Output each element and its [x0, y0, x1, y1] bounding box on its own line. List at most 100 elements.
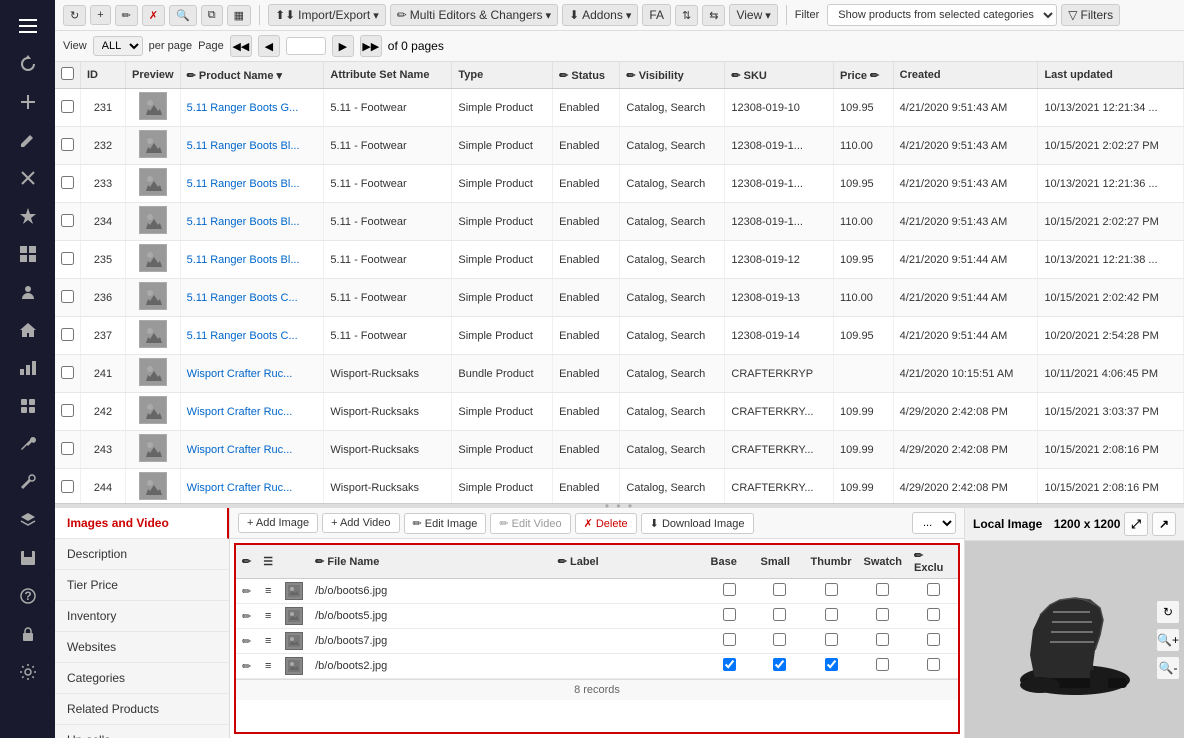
col-product-name[interactable]: ✏ Product Name ▾ — [180, 62, 324, 89]
edit-button[interactable]: ✏ — [115, 5, 138, 26]
table-row[interactable]: 233 5.11 Ranger Boots Bl... 5.11 - Footw… — [55, 165, 1184, 203]
table-row[interactable]: 237 5.11 Ranger Boots C... 5.11 - Footwe… — [55, 317, 1184, 355]
table-row[interactable]: 242 Wisport Crafter Ruc... Wisport-Rucks… — [55, 393, 1184, 431]
sidebar-icon-chart[interactable] — [8, 350, 48, 386]
sidebar-icon-add[interactable] — [8, 84, 48, 120]
sidebar-icon-settings[interactable] — [8, 654, 48, 690]
sidebar-icon-home[interactable] — [8, 312, 48, 348]
col-sku[interactable]: ✏ SKU — [725, 62, 834, 89]
table-row[interactable]: 232 5.11 Ranger Boots Bl... 5.11 - Footw… — [55, 127, 1184, 165]
sidebar-icon-grid[interactable] — [8, 236, 48, 272]
row-visibility: Catalog, Search — [620, 89, 725, 127]
sidebar-item-up-sells[interactable]: Up-sells — [55, 725, 229, 738]
col-price[interactable]: Price ✏ — [834, 62, 894, 89]
add-image-button[interactable]: + Add Image — [238, 513, 318, 533]
add-video-button[interactable]: + Add Video — [322, 513, 399, 533]
sidebar-item-description[interactable]: Description — [55, 539, 229, 570]
table-row[interactable]: 236 5.11 Ranger Boots C... 5.11 - Footwe… — [55, 279, 1184, 317]
sidebar-icon-star[interactable] — [8, 198, 48, 234]
zoom-in-icon[interactable]: 🔍+ — [1156, 628, 1180, 652]
sidebar-icon-delete[interactable] — [8, 160, 48, 196]
row-checkbox[interactable] — [61, 442, 74, 455]
table-row[interactable]: 235 5.11 Ranger Boots Bl... 5.11 - Footw… — [55, 241, 1184, 279]
page-input[interactable]: 0 — [286, 37, 326, 55]
table-row[interactable]: 231 5.11 Ranger Boots G... 5.11 - Footwe… — [55, 89, 1184, 127]
addons-button[interactable]: ⬇ Addons ▾ — [562, 4, 638, 26]
sidebar-item-websites[interactable]: Websites — [55, 632, 229, 663]
row-checkbox[interactable] — [61, 214, 74, 227]
external-link-icon[interactable]: ↗ — [1152, 512, 1176, 536]
add-button[interactable]: + — [90, 5, 110, 25]
sidebar-item-images-video[interactable]: Images and Video — [55, 508, 229, 539]
row-id: 237 — [81, 317, 126, 355]
row-checkbox[interactable] — [61, 290, 74, 303]
sidebar-item-related-products[interactable]: Related Products — [55, 694, 229, 725]
copy-button[interactable]: ⧉ — [201, 5, 223, 26]
panel-toolbar-dropdown[interactable]: ... — [912, 512, 956, 534]
product-thumbnail — [139, 320, 167, 348]
sidebar-icon-wrench[interactable] — [8, 464, 48, 500]
row-checkbox[interactable] — [61, 176, 74, 189]
sidebar-item-categories[interactable]: Categories — [55, 663, 229, 694]
search-button[interactable]: 🔍 — [169, 5, 197, 26]
refresh-button[interactable]: ↻ — [63, 5, 86, 26]
row-checkbox[interactable] — [61, 100, 74, 113]
row-status: Enabled — [553, 203, 620, 241]
filter-select[interactable]: Show products from selected categories — [827, 4, 1057, 26]
row-checkbox[interactable] — [61, 138, 74, 151]
select-all-checkbox[interactable] — [61, 67, 74, 80]
import-export-button[interactable]: ⬆⬇ Import/Export ▾ — [268, 4, 386, 26]
icons-button-2[interactable]: ⇆ — [702, 5, 725, 26]
col-attribute-set[interactable]: Attribute Set Name — [324, 62, 452, 89]
row-checkbox[interactable] — [61, 366, 74, 379]
page-prev-button[interactable]: ◀ — [258, 35, 280, 57]
filters-button[interactable]: ▽ Filters — [1061, 4, 1120, 26]
img-edit-cell: ✏ — [236, 654, 257, 679]
per-page-select[interactable]: ALL — [93, 36, 143, 56]
sidebar-icon-refresh[interactable] — [8, 46, 48, 82]
page-first-button[interactable]: ◀◀ — [230, 35, 252, 57]
sidebar-icon-edit[interactable] — [8, 122, 48, 158]
sidebar-icon-help[interactable]: ? — [8, 578, 48, 614]
image-row[interactable]: ✏ ≡ /b/o/boots2.jpg — [236, 654, 958, 679]
sidebar-icon-menu[interactable] — [8, 8, 48, 44]
sidebar-icon-puzzle[interactable] — [8, 388, 48, 424]
row-checkbox[interactable] — [61, 404, 74, 417]
sidebar-icon-user[interactable] — [8, 274, 48, 310]
sidebar-icon-layers[interactable] — [8, 502, 48, 538]
image-row[interactable]: ✏ ≡ /b/o/boots5.jpg — [236, 604, 958, 629]
fa-button[interactable]: FA — [642, 4, 671, 26]
row-checkbox[interactable] — [61, 252, 74, 265]
sidebar-item-inventory[interactable]: Inventory — [55, 601, 229, 632]
sidebar-icon-lock[interactable] — [8, 616, 48, 652]
table-row[interactable]: 241 Wisport Crafter Ruc... Wisport-Rucks… — [55, 355, 1184, 393]
table-row[interactable]: 234 5.11 Ranger Boots Bl... 5.11 - Footw… — [55, 203, 1184, 241]
image-row[interactable]: ✏ ≡ /b/o/boots6.jpg — [236, 579, 958, 604]
image-row[interactable]: ✏ ≡ /b/o/boots7.jpg — [236, 629, 958, 654]
col-status[interactable]: ✏ Status — [553, 62, 620, 89]
zoom-out-icon[interactable]: 🔍- — [1156, 656, 1180, 680]
delete-button[interactable]: ✗ — [142, 5, 165, 26]
expand-icon[interactable]: ⤢ — [1124, 512, 1148, 536]
rotate-icon[interactable]: ↻ — [1156, 600, 1180, 624]
col-created: Created — [893, 62, 1038, 89]
view-button[interactable]: View ▾ — [729, 4, 777, 26]
edit-video-button[interactable]: ✏ Edit Video — [490, 513, 570, 534]
table-row[interactable]: 243 Wisport Crafter Ruc... Wisport-Rucks… — [55, 431, 1184, 469]
edit-image-button[interactable]: ✏ Edit Image — [404, 513, 487, 534]
page-last-button[interactable]: ▶▶ — [360, 35, 382, 57]
download-image-button[interactable]: ⬇ Download Image — [641, 513, 754, 534]
sidebar-icon-save[interactable] — [8, 540, 48, 576]
multi-editors-button[interactable]: ✏ Multi Editors & Changers ▾ — [390, 4, 558, 26]
img-label-cell — [552, 654, 705, 679]
sidebar-icon-tools[interactable] — [8, 426, 48, 462]
delete-image-button[interactable]: ✗ Delete — [575, 513, 637, 534]
row-checkbox[interactable] — [61, 480, 74, 493]
sidebar-item-tier-price[interactable]: Tier Price — [55, 570, 229, 601]
row-checkbox[interactable] — [61, 328, 74, 341]
page-next-button[interactable]: ▶ — [332, 35, 354, 57]
row-price: 109.99 — [834, 431, 894, 469]
col-visibility[interactable]: ✏ Visibility — [620, 62, 725, 89]
grid-button[interactable]: ▦ — [227, 5, 251, 26]
icons-button-1[interactable]: ⇅ — [675, 5, 698, 26]
